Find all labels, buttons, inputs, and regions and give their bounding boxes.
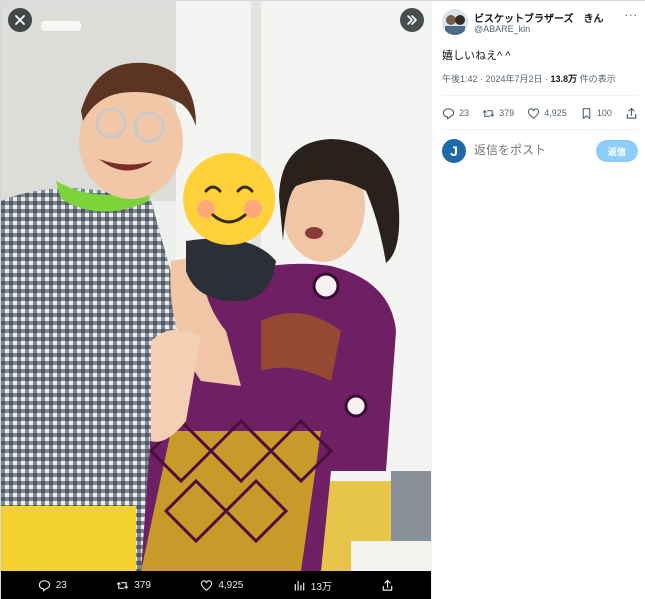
share-button[interactable] [625,107,638,120]
media-viewer: 23 379 4,925 13万 [1,1,431,599]
reply-submit-button[interactable]: 返信 [596,140,638,162]
tweet-timestamp[interactable]: 午後1:42 · 2024年7月2日 · [442,74,551,84]
reply-button[interactable]: 23 [442,107,469,120]
repost-icon [482,109,495,117]
media-repost-button[interactable]: 379 [116,579,151,592]
reply-icon [38,580,50,592]
tweet-photo[interactable] [1,1,431,571]
bookmark-icon [582,107,591,119]
tweet-header: ビスケットブラザーズ きん @ABARE_kin ··· [442,9,638,39]
share-icon [626,107,637,119]
more-options-button[interactable]: ··· [625,9,639,22]
expand-panel-button[interactable] [400,8,424,32]
repost-button[interactable]: 379 [482,107,514,120]
tweet-detail-panel: ビスケットブラザーズ きん @ABARE_kin ··· 嬉しいねえ^ ^ 午後… [431,1,645,599]
media-share-button[interactable] [381,579,394,592]
views-chart-icon [294,580,305,591]
media-like-button[interactable]: 4,925 [200,579,243,592]
reply-input[interactable] [474,143,594,157]
bookmark-button[interactable]: 100 [580,107,612,120]
media-repost-count: 379 [134,580,151,591]
media-like-count: 4,925 [218,580,244,591]
author-avatar[interactable] [442,9,468,35]
media-views-button[interactable]: 13万 [293,578,332,593]
current-user-avatar[interactable]: J [442,139,466,163]
close-icon [15,15,25,25]
share-icon [383,579,393,591]
like-count: 4,925 [544,108,567,118]
author-avatar-image [442,9,468,35]
tweet-text: 嬉しいねえ^ ^ [442,50,511,62]
media-action-bar: 23 379 4,925 13万 [1,571,431,599]
repost-icon [117,581,129,590]
close-button[interactable] [8,8,32,32]
expand-panel-icon [407,15,417,25]
repost-count: 379 [499,108,515,118]
author-name[interactable]: ビスケットブラザーズ きん [474,10,604,25]
reply-composer: J 返信 [442,137,638,165]
tweet-action-bar: 23 379 4,925 100 [442,104,638,122]
like-button[interactable]: 4,925 [527,107,567,120]
heart-icon [201,580,213,591]
bookmark-count: 100 [596,108,612,118]
reply-count: 23 [459,108,470,118]
tweet-views-suffix: 件の表示 [577,74,616,84]
divider [442,129,638,130]
tweet-photo-modal: 23 379 4,925 13万 ビスケットブラザーズ きん @ABARE_ki… [0,0,645,599]
media-views-count: 13万 [310,582,332,593]
media-reply-count: 23 [55,580,67,591]
tweet-views-count: 13.8万 [550,74,578,84]
divider [442,95,638,96]
heart-icon [528,107,540,119]
tweet-meta: 午後1:42 · 2024年7月2日 · 13.8万 件の表示 [442,72,616,85]
media-reply-button[interactable]: 23 [38,579,67,592]
author-handle[interactable]: @ABARE_kin [474,24,530,34]
reply-icon [442,107,455,120]
